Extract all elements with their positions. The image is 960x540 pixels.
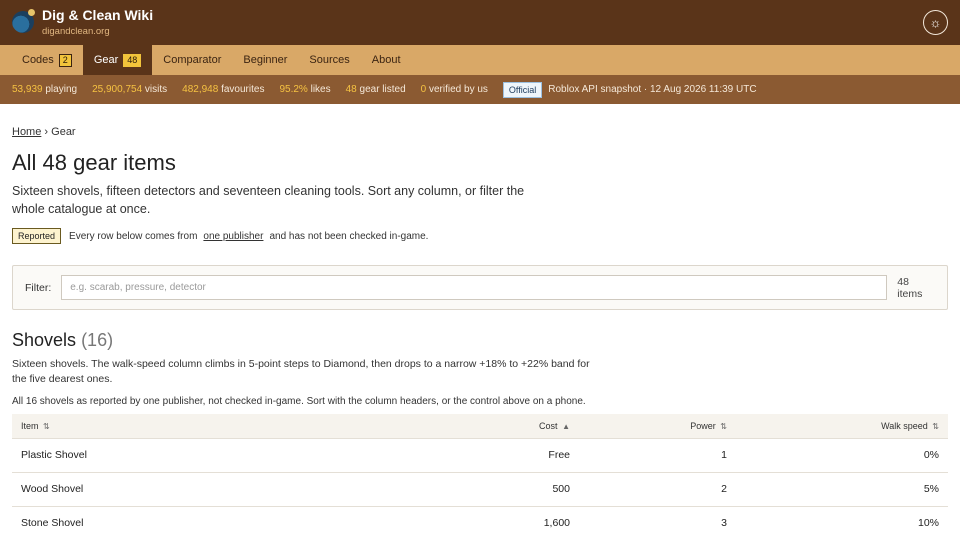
nav-label: Codes [22, 54, 54, 66]
site-domain: digandclean.org [42, 25, 110, 37]
shovels-table: Item ⇅ Cost ▲ Power ⇅ Walk speed ⇅ Plast… [12, 414, 948, 540]
nav-label: Beginner [243, 54, 288, 66]
snapshot-text: Roblox API snapshot · 12 Aug 2026 11:39 … [548, 84, 757, 95]
page-lead: Sixteen shovels, fifteen detectors and s… [12, 184, 525, 216]
table-row: Wood Shovel 500 2 5% [12, 471, 948, 506]
nav-item-about[interactable]: About [361, 45, 412, 75]
filter-input[interactable] [61, 275, 888, 300]
filter-result-count: 48 items [897, 275, 923, 300]
cell-item: Stone Shovel [12, 505, 432, 540]
section-note: All 16 shovels as reported by one publis… [12, 396, 586, 407]
table-row: Stone Shovel 1,600 3 10% [12, 505, 948, 540]
breadcrumb-separator: › [44, 126, 49, 138]
section-title-text: Shovels [12, 330, 77, 350]
column-header-power[interactable]: Power ⇅ [579, 414, 736, 439]
column-header-item[interactable]: Item ⇅ [12, 414, 432, 439]
stat-likes: 95.2% likes [279, 84, 331, 95]
notice-text-before: Every row below comes from [69, 230, 198, 242]
nav-item-gear[interactable]: Gear 48 [82, 45, 153, 75]
site-title[interactable]: Dig & Clean Wiki [42, 7, 153, 23]
filter-label: Filter: [25, 281, 52, 294]
cell-walk-speed: 5% [736, 471, 948, 506]
nav-item-comparator[interactable]: Comparator [152, 45, 232, 75]
stat-favourites: 482,948 favourites [182, 84, 265, 95]
filter-panel: Filter: 48 items [12, 265, 948, 310]
official-badge: Official [502, 81, 543, 98]
site-logo-icon[interactable] [12, 8, 35, 33]
cell-cost: Free [432, 437, 579, 472]
breadcrumb-home-link[interactable]: Home [12, 126, 41, 138]
column-header-cost[interactable]: Cost ▲ [432, 414, 579, 439]
stats-bar: 53,939 playing 25,900,754 visits 482,948… [0, 75, 960, 104]
table-header-row: Item ⇅ Cost ▲ Power ⇅ Walk speed ⇅ [12, 414, 948, 439]
stat-visits: 25,900,754 visits [92, 84, 168, 95]
cell-power: 1 [579, 437, 736, 472]
table-row: Plastic Shovel Free 1 0% [12, 437, 948, 472]
cell-cost: 500 [432, 471, 579, 506]
cell-walk-speed: 0% [736, 437, 948, 472]
section-count: (16) [81, 330, 114, 350]
sort-icon: ⇅ [43, 421, 50, 431]
site-header: Dig & Clean Wiki digandclean.org ☼ [0, 0, 960, 45]
page-title: All 48 gear items [12, 150, 176, 175]
publisher-link[interactable]: one publisher [203, 231, 263, 242]
cell-item: Wood Shovel [12, 471, 432, 506]
sort-ascending-icon: ▲ [562, 421, 570, 431]
nav-count-badge: 2 [58, 53, 72, 67]
brand: Dig & Clean Wiki digandclean.org [42, 7, 153, 39]
cell-walk-speed: 10% [736, 505, 948, 540]
nav-label: Comparator [163, 54, 222, 66]
sort-icon: ⇅ [932, 421, 939, 431]
section-title: Shovels (16) [12, 330, 948, 351]
nav-item-sources[interactable]: Sources [298, 45, 360, 75]
nav-label: About [371, 54, 401, 66]
breadcrumb: Home › Gear [12, 126, 948, 138]
cell-item: Plastic Shovel [12, 437, 432, 472]
nav-label: Gear [93, 54, 119, 66]
nav-item-codes[interactable]: Codes 2 [11, 45, 83, 75]
column-header-walk-speed[interactable]: Walk speed ⇅ [736, 414, 948, 439]
stat-gear: 48 gear listed [345, 84, 406, 95]
cell-power: 2 [579, 471, 736, 506]
breadcrumb-current: Gear [51, 126, 76, 138]
main-content: Home › Gear All 48 gear items Sixteen sh… [0, 126, 960, 540]
reported-notice: Reported Every row below comes from one … [12, 228, 948, 244]
theme-toggle-button[interactable]: ☼ [923, 10, 948, 35]
stat-playing: 53,939 playing [12, 84, 78, 95]
sort-icon: ⇅ [720, 421, 727, 431]
reported-tag: Reported [12, 228, 62, 244]
section-lead: Sixteen shovels. The walk-speed column c… [12, 358, 590, 385]
cell-power: 3 [579, 505, 736, 540]
nav-count-badge: 48 [123, 53, 142, 67]
notice-text-after: and has not been checked in-game. [269, 230, 429, 242]
stat-verified: 0 verified by us [420, 84, 488, 95]
sun-icon: ☼ [929, 15, 942, 30]
main-nav: Codes 2 Gear 48 Comparator Beginner Sour… [0, 45, 960, 75]
nav-label: Sources [309, 54, 350, 66]
cell-cost: 1,600 [432, 505, 579, 540]
nav-item-beginner[interactable]: Beginner [232, 45, 298, 75]
